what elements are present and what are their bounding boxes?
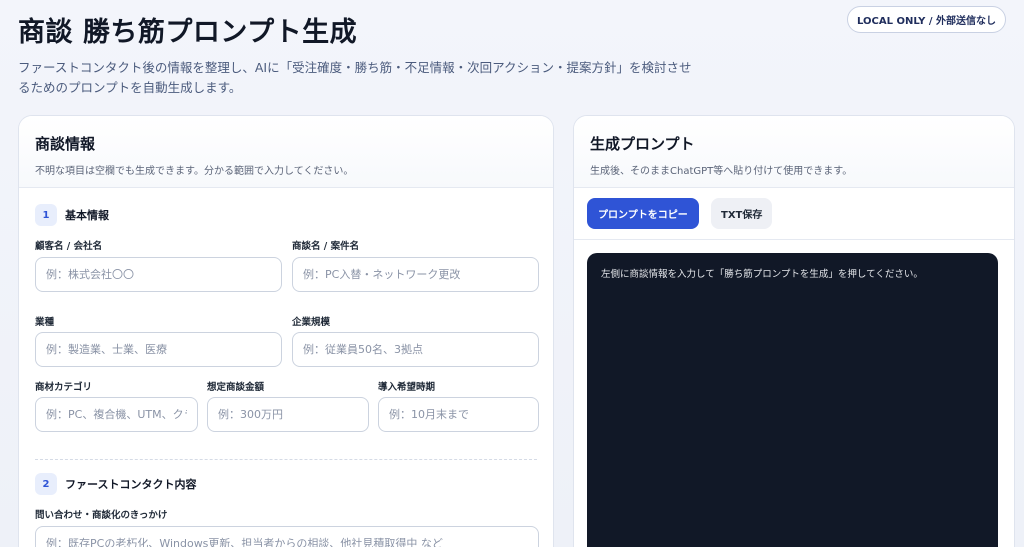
page-title: 商談 勝ち筋プロンプト生成 — [18, 17, 358, 48]
generated-prompt-subtitle: 生成後、そのままChatGPT等へ貼り付けて使用できます。 — [590, 166, 853, 177]
desired-timing-label: 導入希望時期 — [378, 382, 436, 393]
section-number-1: 1 — [35, 204, 57, 226]
company-scale-input[interactable] — [292, 332, 539, 367]
section-title-basic-info: 基本情報 — [65, 209, 109, 222]
page-description: ファーストコンタクト後の情報を整理し、AIに「受注確度・勝ち筋・不足情報・次回ア… — [18, 60, 692, 95]
section-first-contact: 2 ファーストコンタクト内容 — [35, 473, 196, 495]
company-scale-label: 企業規模 — [292, 317, 331, 328]
trigger-label: 問い合わせ・商談化のきっかけ — [35, 510, 168, 521]
deal-info-title: 商談情報 — [35, 135, 96, 153]
deal-amount-label: 想定商談金額 — [207, 382, 265, 393]
local-only-badge: LOCAL ONLY / 外部送信なし — [847, 6, 1006, 33]
prompt-output-area[interactable]: 左側に商談情報を入力して「勝ち筋プロンプトを生成」を押してください。 — [587, 253, 998, 547]
deal-name-input[interactable] — [292, 257, 539, 292]
prompt-toolbar: プロンプトをコピー TXT保存 — [574, 188, 1014, 240]
section-divider — [35, 459, 537, 460]
trigger-input[interactable] — [35, 526, 539, 547]
deal-name-label: 商談名 / 案件名 — [292, 241, 360, 252]
desired-timing-input[interactable] — [378, 397, 539, 432]
industry-input[interactable] — [35, 332, 282, 367]
deal-info-header: 商談情報 不明な項目は空欄でも生成できます。分かる範囲で入力してください。 — [19, 116, 553, 188]
industry-label: 業種 — [35, 317, 55, 328]
generated-prompt-panel: 生成プロンプト 生成後、そのままChatGPT等へ貼り付けて使用できます。 プロ… — [573, 115, 1015, 547]
save-txt-button[interactable]: TXT保存 — [711, 198, 773, 229]
deal-info-subtitle: 不明な項目は空欄でも生成できます。分かる範囲で入力してください。 — [35, 166, 354, 177]
product-category-input[interactable] — [35, 397, 198, 432]
section-title-first-contact: ファーストコンタクト内容 — [65, 478, 197, 491]
deal-info-panel: 商談情報 不明な項目は空欄でも生成できます。分かる範囲で入力してください。 1 … — [18, 115, 554, 547]
generated-prompt-header: 生成プロンプト 生成後、そのままChatGPT等へ貼り付けて使用できます。 — [574, 116, 1014, 188]
customer-input[interactable] — [35, 257, 282, 292]
customer-label: 顧客名 / 会社名 — [35, 241, 103, 252]
product-category-label: 商材カテゴリ — [35, 382, 93, 393]
section-number-2: 2 — [35, 473, 57, 495]
section-basic-info: 1 基本情報 — [35, 204, 109, 226]
copy-prompt-button[interactable]: プロンプトをコピー — [587, 198, 699, 229]
deal-amount-input[interactable] — [207, 397, 369, 432]
generated-prompt-title: 生成プロンプト — [590, 135, 695, 153]
